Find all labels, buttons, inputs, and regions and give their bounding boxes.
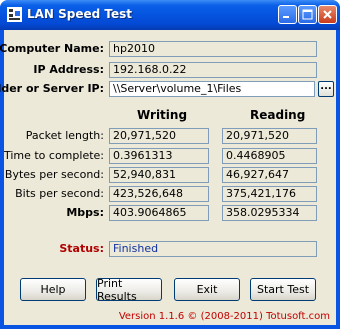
bits-per-second-label: Bits per second:: [15, 187, 104, 200]
mbps-reading: 358.0295334: [222, 205, 317, 221]
mbps-writing: 403.9064865: [109, 205, 209, 221]
window-title: LAN Speed Test: [27, 7, 133, 21]
mbps-label: Mbps:: [66, 206, 104, 219]
maximize-icon: [302, 9, 313, 20]
print-results-button[interactable]: Print Results: [96, 277, 162, 303]
bytes-per-second-reading: 46,927,647: [222, 167, 317, 183]
exit-button[interactable]: Exit: [174, 278, 240, 301]
close-icon: [323, 10, 332, 19]
computer-name-field: hp2010: [109, 41, 317, 57]
ip-address-label: IP Address:: [33, 63, 104, 76]
time-to-complete-reading: 0.4468905: [222, 148, 317, 164]
client-area: Computer Name: hp2010 IP Address: 192.16…: [0, 30, 336, 325]
writing-header: Writing: [137, 108, 188, 122]
close-button[interactable]: [318, 5, 337, 24]
folder-input[interactable]: \\Server\volume_1\Files: [109, 81, 315, 97]
packet-length-writing: 20,971,520: [109, 128, 209, 144]
browse-button[interactable]: ...: [318, 81, 334, 97]
computer-name-label: Computer Name:: [0, 42, 104, 55]
minimize-button[interactable]: [278, 5, 297, 24]
bits-per-second-writing: 423,526,648: [109, 186, 209, 202]
folder-label: Folder or Server IP:: [0, 82, 104, 95]
app-icon: [7, 7, 22, 22]
title-bar[interactable]: LAN Speed Test: [0, 0, 340, 30]
status-label: Status:: [59, 242, 104, 255]
version-text: Version 1.1.6 © (2008-2011) Totusoft.com: [118, 311, 330, 322]
start-test-button[interactable]: Start Test: [250, 278, 316, 301]
packet-length-label: Packet length:: [25, 129, 104, 142]
time-to-complete-label: Time to complete:: [3, 149, 104, 162]
help-button[interactable]: Help: [20, 278, 86, 301]
status-field: Finished: [109, 241, 317, 257]
reading-header: Reading: [250, 108, 306, 122]
time-to-complete-writing: 0.3961313: [109, 148, 209, 164]
minimize-icon: [283, 16, 289, 18]
packet-length-reading: 20,971,520: [222, 128, 317, 144]
bytes-per-second-label: Bytes per second:: [4, 168, 104, 181]
app-window: LAN Speed Test Computer Name: hp2010 IP …: [0, 0, 340, 329]
maximize-button[interactable]: [298, 5, 317, 24]
ip-address-field: 192.168.0.22: [109, 62, 317, 78]
bytes-per-second-writing: 52,940,831: [109, 167, 209, 183]
bits-per-second-reading: 375,421,176: [222, 186, 317, 202]
